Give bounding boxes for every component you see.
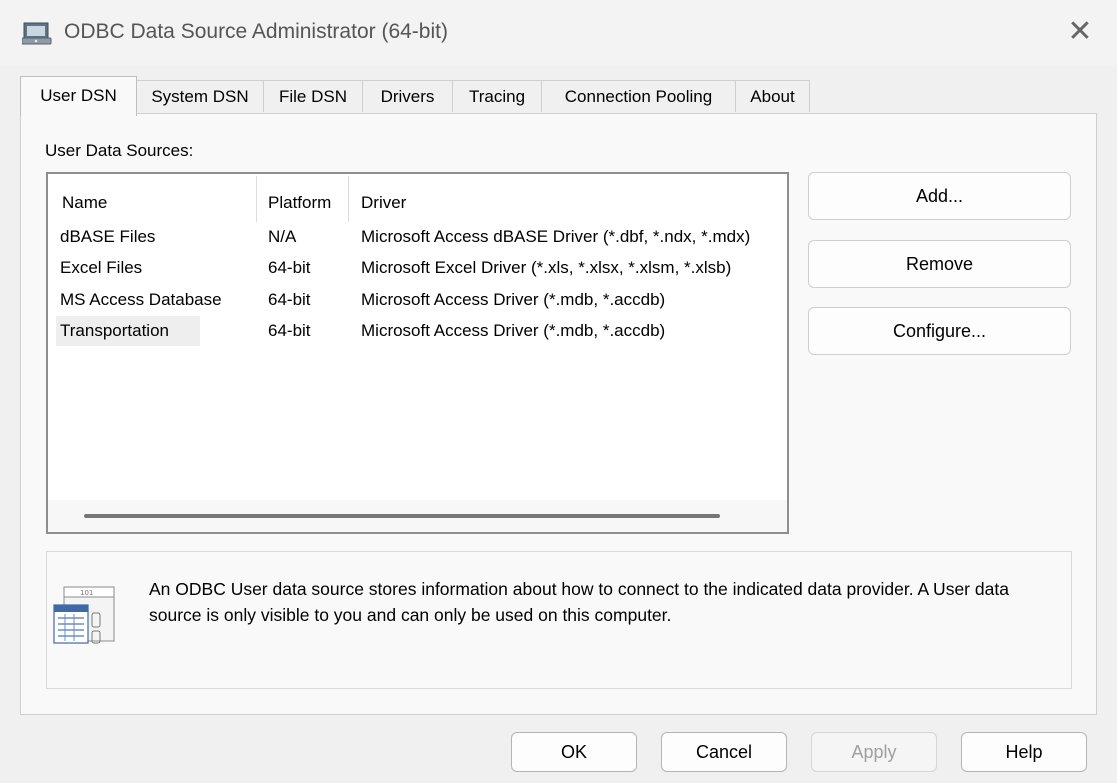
svg-text:101: 101 xyxy=(80,589,93,597)
column-header-name[interactable]: Name xyxy=(62,188,107,218)
add-button[interactable]: Add... xyxy=(808,172,1071,220)
cell-driver: Microsoft Access Driver (*.mdb, *.accdb) xyxy=(361,290,666,309)
help-button[interactable]: Help xyxy=(961,732,1087,772)
cell-platform: 64-bit xyxy=(268,258,311,277)
data-sources-list[interactable]: Name Platform Driver dBASE Files N/A Mic… xyxy=(46,172,789,534)
column-header-platform[interactable]: Platform xyxy=(268,188,331,218)
cell-platform: 64-bit xyxy=(268,321,311,340)
cell-driver: Microsoft Access Driver (*.mdb, *.accdb) xyxy=(361,321,666,340)
odbc-dialog: ODBC Data Source Administrator (64-bit) … xyxy=(0,0,1117,783)
ok-button[interactable]: OK xyxy=(511,732,637,772)
cell-name: Excel Files xyxy=(60,258,143,277)
configure-button[interactable]: Configure... xyxy=(808,307,1071,355)
cancel-button[interactable]: Cancel xyxy=(661,732,787,772)
tab-user-dsn[interactable]: User DSN xyxy=(20,76,137,116)
cell-driver: Microsoft Excel Driver (*.xls, *.xlsx, *… xyxy=(361,258,732,277)
tab-tracing[interactable]: Tracing xyxy=(452,80,542,112)
tab-system-dsn[interactable]: System DSN xyxy=(136,80,264,112)
title-bar: ODBC Data Source Administrator (64-bit) … xyxy=(0,0,1117,66)
horizontal-scrollbar[interactable] xyxy=(48,500,787,532)
column-separator[interactable] xyxy=(348,176,349,222)
tab-about[interactable]: About xyxy=(735,80,810,112)
cell-platform: N/A xyxy=(268,227,297,246)
column-header-driver[interactable]: Driver xyxy=(361,188,406,218)
cell-platform: 64-bit xyxy=(268,290,311,309)
tab-connection-pooling[interactable]: Connection Pooling xyxy=(541,80,736,112)
tab-file-dsn[interactable]: File DSN xyxy=(263,80,363,112)
tab-drivers[interactable]: Drivers xyxy=(362,80,453,112)
cell-name: dBASE Files xyxy=(60,227,156,246)
cell-name: MS Access Database xyxy=(60,290,222,309)
window-title: ODBC Data Source Administrator (64-bit) xyxy=(64,20,448,43)
remove-button[interactable]: Remove xyxy=(808,240,1071,288)
scrollbar-thumb[interactable] xyxy=(84,514,720,518)
apply-button[interactable]: Apply xyxy=(811,732,937,772)
user-data-sources-label: User Data Sources: xyxy=(45,141,194,160)
cell-name: Transportation xyxy=(60,321,169,340)
odbc-app-icon xyxy=(22,22,52,45)
info-description: An ODBC User data source stores informat… xyxy=(149,579,1009,625)
column-separator[interactable] xyxy=(256,176,257,222)
cell-driver: Microsoft Access dBASE Driver (*.dbf, *.… xyxy=(361,227,751,246)
datasource-info-icon: 101 xyxy=(53,586,115,644)
close-icon[interactable]: ✕ xyxy=(1060,14,1100,50)
